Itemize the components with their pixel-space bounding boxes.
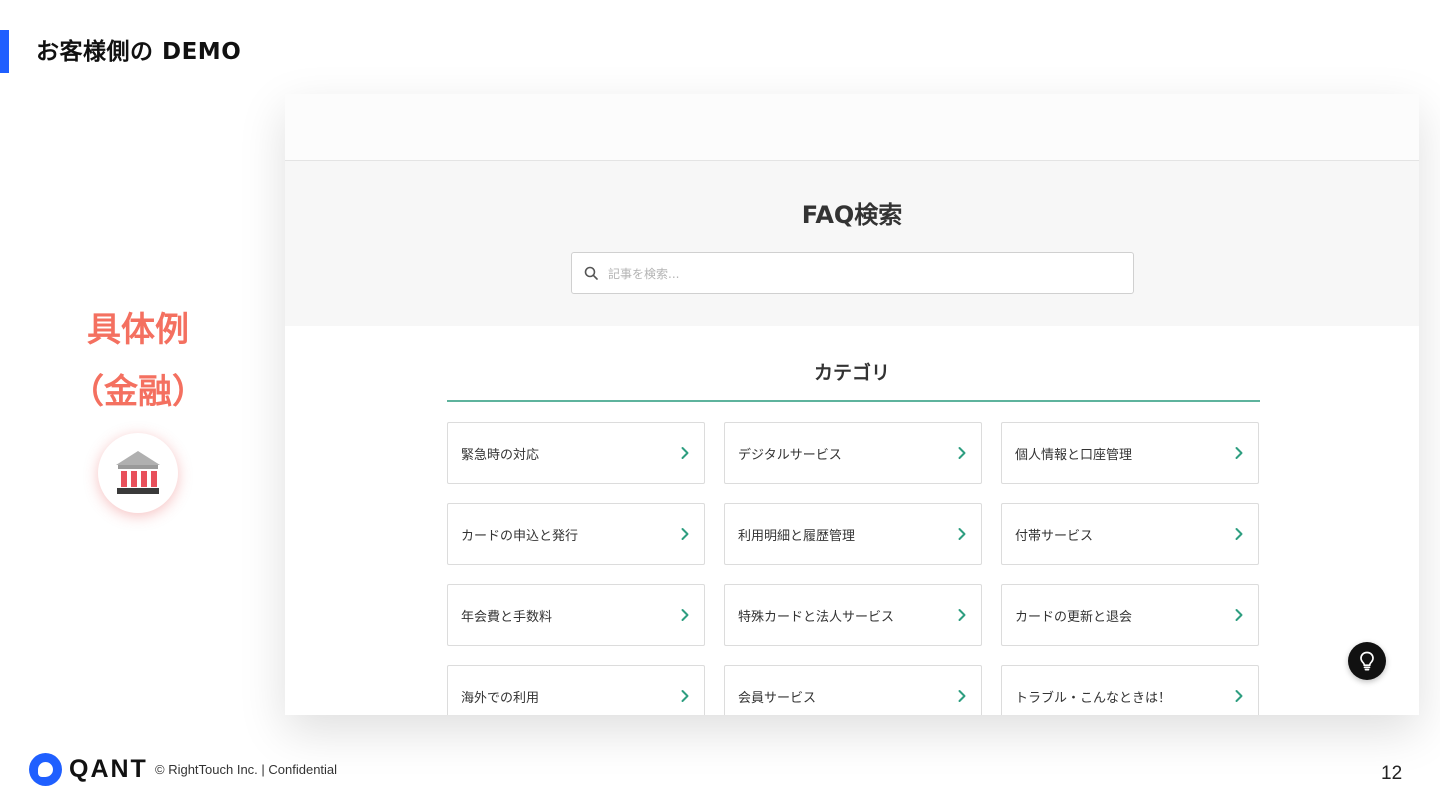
category-label: 緊急時の対応 xyxy=(461,447,540,463)
chevron-right-icon xyxy=(1234,689,1244,703)
search-icon xyxy=(584,265,600,281)
page-number: 12 xyxy=(1381,763,1403,784)
category-card[interactable]: デジタルサービス xyxy=(724,422,982,484)
example-label: 具体例 xyxy=(87,310,189,350)
category-label: カードの更新と退会 xyxy=(1015,609,1133,625)
category-label: 海外での利用 xyxy=(461,690,540,706)
category-card[interactable]: 年会費と手数料 xyxy=(447,584,705,646)
chevron-right-icon xyxy=(1234,527,1244,541)
chevron-right-icon xyxy=(957,608,967,622)
slide-title: お客様側の DEMO xyxy=(36,39,242,65)
chevron-right-icon xyxy=(1234,608,1244,622)
chevron-right-icon xyxy=(957,527,967,541)
category-card[interactable]: 付帯サービス xyxy=(1001,503,1259,565)
logo-text: QANT xyxy=(69,755,148,783)
footer-copyright: © RightTouch Inc. | Confidential xyxy=(155,762,338,777)
faq-title: FAQ検索 xyxy=(801,201,903,229)
faq-screenshot: FAQ検索 記事を検索... カテゴリ 緊急時の対応 デジタルサービス 個人情報と口… xyxy=(285,94,1419,715)
category-underline xyxy=(447,400,1260,402)
lightbulb-icon xyxy=(1360,651,1374,671)
category-card[interactable]: 特殊カードと法人サービス xyxy=(724,584,982,646)
chevron-right-icon xyxy=(680,689,690,703)
category-card[interactable]: カードの申込と発行 xyxy=(447,503,705,565)
category-label: 特殊カードと法人サービス xyxy=(738,609,895,625)
category-label: 利用明細と履歴管理 xyxy=(738,528,856,544)
category-label: 個人情報と口座管理 xyxy=(1015,447,1133,463)
bank-badge xyxy=(98,433,178,513)
title-accent-bar xyxy=(0,30,9,73)
search-placeholder: 記事を検索... xyxy=(608,266,680,281)
category-card[interactable]: トラブル・こんなときは！ xyxy=(1001,665,1259,715)
category-card[interactable]: カードの更新と退会 xyxy=(1001,584,1259,646)
chevron-right-icon xyxy=(957,689,967,703)
faq-top-bar xyxy=(285,94,1419,161)
category-card[interactable]: 緊急時の対応 xyxy=(447,422,705,484)
category-label: 付帯サービス xyxy=(1015,528,1094,544)
category-card[interactable]: 個人情報と口座管理 xyxy=(1001,422,1259,484)
category-label: 年会費と手数料 xyxy=(461,609,553,625)
chevron-right-icon xyxy=(1234,446,1244,460)
bank-icon xyxy=(116,451,160,494)
category-label: カードの申込と発行 xyxy=(461,528,579,544)
chevron-right-icon xyxy=(957,446,967,460)
category-card[interactable]: 海外での利用 xyxy=(447,665,705,715)
chevron-right-icon xyxy=(680,446,690,460)
example-sublabel: （金融） xyxy=(70,372,206,412)
chevron-right-icon xyxy=(680,527,690,541)
category-label: デジタルサービス xyxy=(738,447,842,463)
qant-logo: QANT xyxy=(29,753,148,786)
qant-logo-icon xyxy=(29,753,62,786)
faq-search-input[interactable]: 記事を検索... xyxy=(571,252,1134,294)
category-card[interactable]: 利用明細と履歴管理 xyxy=(724,503,982,565)
hint-button[interactable] xyxy=(1348,642,1386,680)
faq-search-hero: FAQ検索 記事を検索... xyxy=(285,161,1419,326)
category-label: 会員サービス xyxy=(738,690,817,706)
category-card[interactable]: 会員サービス xyxy=(724,665,982,715)
category-heading: カテゴリ xyxy=(813,362,890,384)
chevron-right-icon xyxy=(680,608,690,622)
category-label: トラブル・こんなときは！ xyxy=(1015,690,1172,706)
